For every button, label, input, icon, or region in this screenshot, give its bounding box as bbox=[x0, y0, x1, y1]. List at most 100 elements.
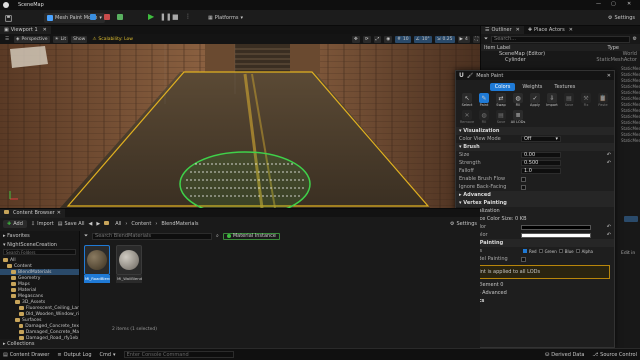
alpha-checkbox[interactable] bbox=[575, 249, 580, 253]
tab-colors[interactable]: Colors bbox=[489, 82, 516, 91]
rotation-snap-toggle[interactable]: ∠ 10° bbox=[413, 35, 432, 43]
tool-all-lods[interactable]: ≣ All LODs bbox=[510, 110, 526, 124]
play-button[interactable]: ▶ bbox=[148, 13, 154, 21]
close-panel-icon[interactable]: ✕ bbox=[607, 73, 611, 79]
close-tab-icon[interactable]: ✕ bbox=[43, 27, 47, 33]
close-tab-icon[interactable]: ✕ bbox=[569, 27, 573, 33]
scale-snap-toggle[interactable]: ⇲ 0.25 bbox=[434, 35, 455, 43]
blueprint-icon[interactable] bbox=[90, 14, 96, 20]
translate-icon[interactable]: ✥ bbox=[352, 35, 360, 43]
content-browser-tab[interactable]: Content Browser ✕ bbox=[0, 208, 65, 218]
tool-swap[interactable]: ⇄ Swap bbox=[493, 93, 509, 107]
section-advanced[interactable]: ▸ Advanced bbox=[456, 191, 614, 199]
tool-paint[interactable]: ✎ Paint bbox=[476, 93, 492, 107]
toggle-switch[interactable] bbox=[624, 216, 638, 222]
erase-color-swatch[interactable] bbox=[521, 232, 591, 238]
breadcrumb-content[interactable]: Content bbox=[131, 221, 151, 227]
close-tab-icon[interactable]: ✕ bbox=[516, 27, 520, 33]
rotate-icon[interactable]: ⟳ bbox=[362, 35, 371, 43]
settings-gear-icon[interactable]: ⚙ bbox=[633, 36, 637, 42]
brush-flow-checkbox[interactable] bbox=[521, 176, 526, 182]
add-button[interactable]: ✚ Add bbox=[3, 219, 27, 228]
close-tab-icon[interactable]: ✕ bbox=[57, 210, 61, 216]
tool-select[interactable]: ↖ Select bbox=[459, 93, 475, 107]
settings-button[interactable]: ⚙ Settings bbox=[605, 13, 638, 23]
lod-painting-checkbox[interactable] bbox=[521, 256, 526, 262]
column-item-label[interactable]: Item Label bbox=[484, 45, 510, 51]
tool-fill[interactable]: ◍ Fill bbox=[510, 93, 526, 107]
column-type[interactable]: Type bbox=[608, 45, 619, 51]
breadcrumb-blendmaterials[interactable]: BlendMaterials bbox=[161, 221, 198, 227]
content-drawer-button[interactable]: ▤ Content Drawer bbox=[3, 352, 49, 358]
brush-falloff-input[interactable]: 1.0 bbox=[521, 168, 561, 174]
tool-apply[interactable]: ✓ Apply bbox=[527, 93, 543, 107]
edit-in-label[interactable]: Edit in bbox=[621, 251, 635, 256]
maximize-button[interactable]: ▢ bbox=[611, 1, 616, 7]
reset-icon[interactable]: ↶ bbox=[607, 232, 611, 238]
filter-icon[interactable]: ⏷ bbox=[484, 36, 488, 42]
reset-icon[interactable]: ↶ bbox=[607, 224, 611, 230]
cb-settings-button[interactable]: ⚙ Settings bbox=[450, 221, 477, 227]
save-icon[interactable] bbox=[2, 13, 15, 23]
close-window-button[interactable]: ✕ bbox=[627, 1, 631, 7]
filter-chip-material-instance[interactable]: Material Instance bbox=[222, 232, 280, 240]
red-checkbox[interactable] bbox=[523, 249, 527, 253]
scalability-warning[interactable]: ⚠ Scalability: Low bbox=[90, 36, 135, 43]
cmd-dropdown[interactable]: Cmd ▾ bbox=[100, 352, 116, 358]
collections-row[interactable]: ▸ Collections bbox=[0, 339, 80, 348]
section-brush[interactable]: ▾ Brush bbox=[456, 143, 614, 151]
tool-paste[interactable]: 📋 Paste bbox=[595, 93, 611, 107]
reset-icon[interactable]: ↶ bbox=[607, 160, 611, 166]
outliner-row[interactable]: Cylinder StaticMeshActor bbox=[481, 57, 640, 63]
tool-remove[interactable]: ✕ Remove bbox=[459, 110, 475, 124]
console-command-input[interactable]: Enter Console Command bbox=[123, 351, 234, 358]
camera-speed[interactable]: ▶ 4 bbox=[457, 35, 470, 43]
forward-arrow-icon[interactable]: ▶ bbox=[96, 221, 100, 227]
grid-snap-toggle[interactable]: # 10 bbox=[395, 35, 411, 43]
paint-color-swatch[interactable] bbox=[521, 224, 591, 230]
outliner-tab[interactable]: ☰ Outliner ✕ bbox=[481, 26, 524, 34]
import-button[interactable]: ⇩ Import bbox=[31, 221, 54, 227]
place-actors-tab[interactable]: ✚ Place Actors ✕ bbox=[524, 26, 577, 34]
tab-weights[interactable]: Weights bbox=[517, 83, 547, 91]
show-dropdown[interactable]: Show bbox=[71, 35, 88, 43]
tool-fill2[interactable]: ◍ Fill bbox=[476, 110, 492, 124]
scale-icon[interactable]: ⤢ bbox=[373, 35, 382, 43]
outliner-search-input[interactable]: Search... bbox=[491, 35, 630, 43]
color-view-mode-select[interactable]: Off ▾ bbox=[521, 136, 561, 142]
minimize-button[interactable]: — bbox=[596, 1, 601, 7]
tool-save2[interactable]: ▤ Save bbox=[493, 110, 509, 124]
tab-textures[interactable]: Textures bbox=[549, 83, 580, 91]
asset-tile[interactable]: MI_RoadBlend bbox=[84, 245, 110, 283]
world-icon[interactable]: ◉ bbox=[384, 35, 393, 43]
brush-strength-input[interactable]: 0.500 bbox=[521, 160, 561, 166]
sequencer-icon[interactable] bbox=[104, 14, 110, 20]
green-checkbox[interactable] bbox=[538, 249, 543, 253]
reset-icon[interactable]: ↶ bbox=[607, 152, 611, 158]
lit-dropdown[interactable]: ☀ Lit bbox=[52, 35, 69, 43]
derived-data-button[interactable]: ⛁ Derived Data bbox=[545, 352, 584, 358]
viewport-menu-icon[interactable]: ☰ bbox=[3, 36, 11, 43]
favorites-row[interactable]: ▸ Favorites bbox=[0, 231, 79, 240]
maximize-viewport-icon[interactable]: ⛶ bbox=[472, 35, 480, 43]
filter-icon[interactable]: ⏷ bbox=[84, 233, 88, 239]
asset-search-input[interactable]: Search BlendMaterials bbox=[92, 232, 213, 240]
viewport-tab[interactable]: ▣ Viewport 1 ✕ bbox=[0, 26, 51, 34]
project-row[interactable]: ▾ NightSceneCreation bbox=[0, 240, 79, 249]
perspective-dropdown[interactable]: ◈ Perspective bbox=[14, 35, 50, 43]
pause-icon[interactable]: ❚❚ bbox=[160, 13, 172, 21]
brush-size-input[interactable]: 0.00 bbox=[521, 152, 561, 158]
more-options-icon[interactable]: ⋮ bbox=[185, 13, 191, 21]
platforms-dropdown[interactable]: ▦ Platforms ▾ bbox=[205, 13, 246, 23]
section-visualization[interactable]: ▾ Visualization bbox=[456, 127, 614, 135]
tool-fix[interactable]: ⚒ Fix bbox=[578, 93, 594, 107]
stop-icon[interactable]: ■ bbox=[172, 13, 179, 21]
asset-tile[interactable]: MI_WallBlend bbox=[116, 245, 142, 283]
add-content-icon[interactable] bbox=[117, 14, 123, 20]
back-arrow-icon[interactable]: ◀ bbox=[89, 221, 93, 227]
viewport-scene[interactable] bbox=[0, 44, 480, 208]
save-all-button[interactable]: ▤ Save All bbox=[58, 221, 85, 227]
source-control-button[interactable]: ⎇ Source Control bbox=[592, 352, 637, 358]
breadcrumb-all[interactable]: All bbox=[115, 221, 121, 227]
blue-checkbox[interactable] bbox=[558, 249, 563, 253]
